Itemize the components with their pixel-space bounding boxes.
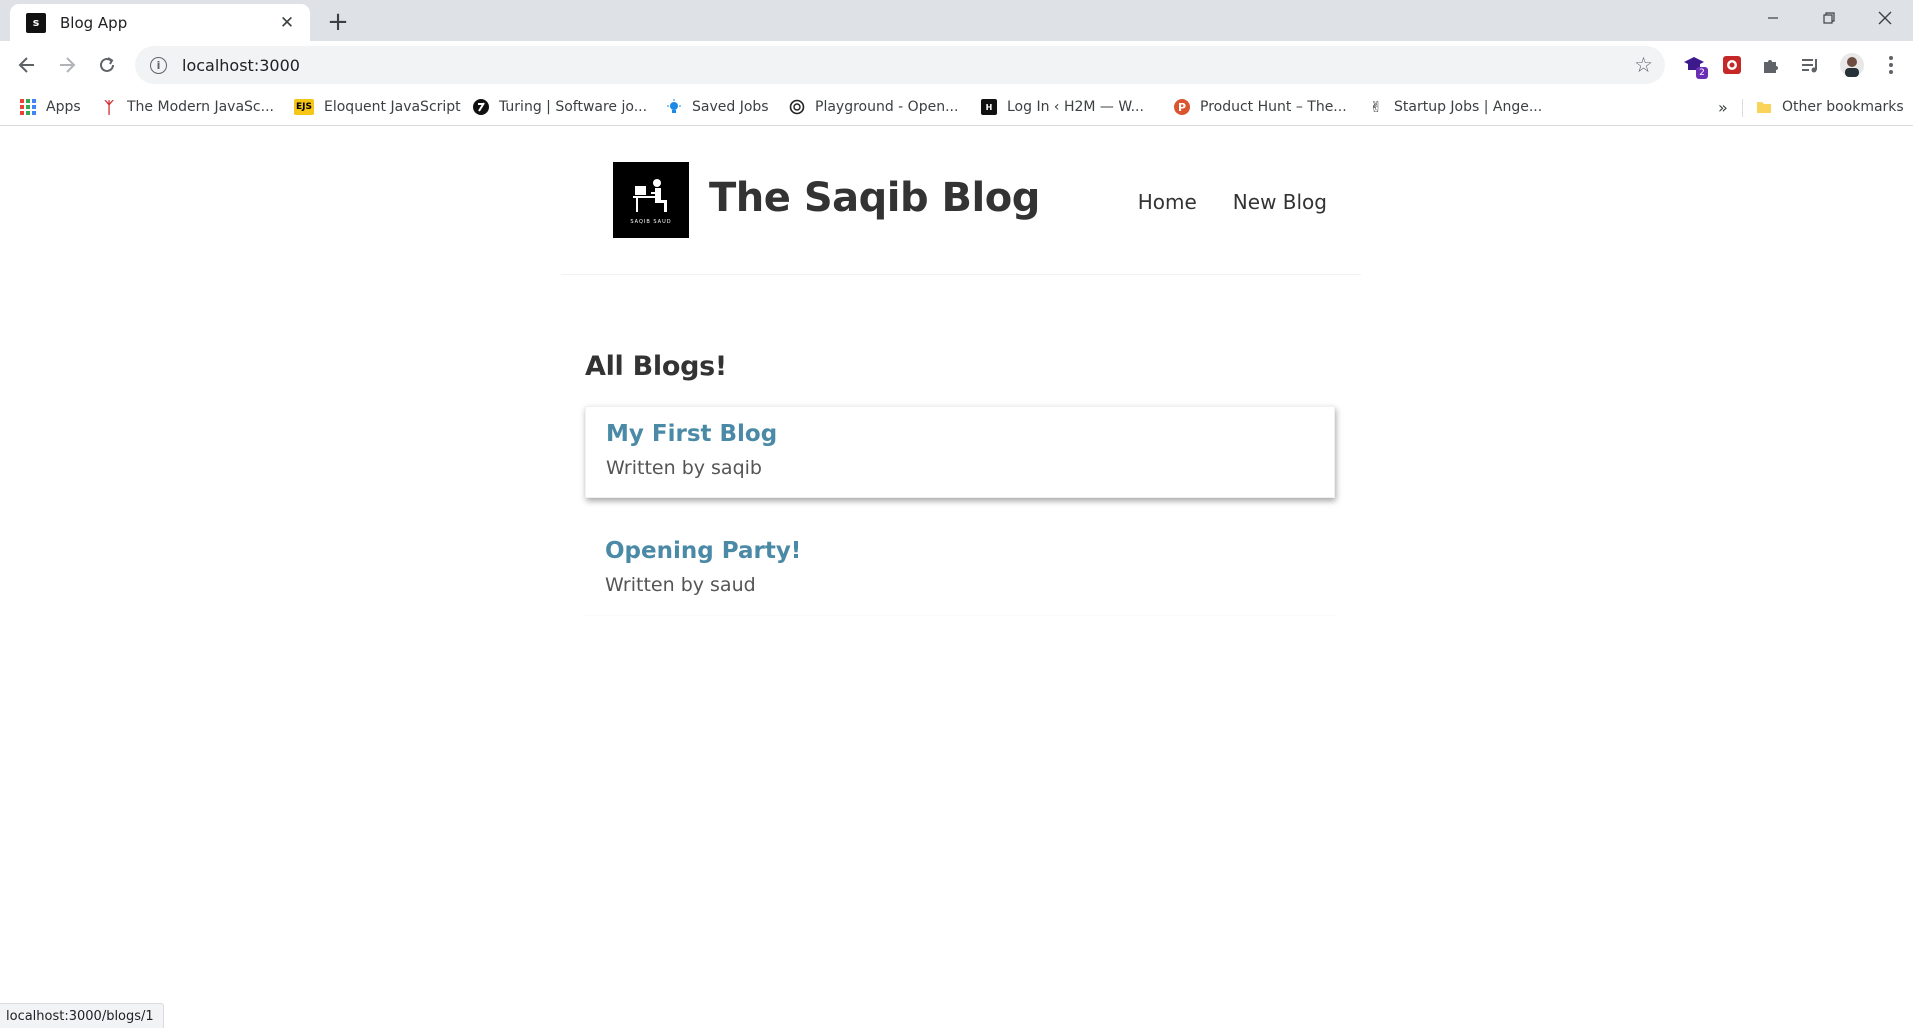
restore-icon (1823, 12, 1835, 24)
bookmark-playground[interactable]: Playground - Open... (789, 95, 958, 119)
logo-caption: SAQIB SAUD (630, 218, 672, 225)
bookmark-saved-jobs[interactable]: Saved Jobs (666, 95, 769, 119)
forward-arrow-icon (60, 57, 76, 73)
tab-strip: s Blog App ✕ + (0, 0, 1913, 41)
site-navbar: SAQIB SAUD The Saqib Blog Home New Blog (561, 127, 1361, 275)
bulb-icon (666, 99, 682, 115)
address-bar[interactable]: i localhost:3000 ☆ (135, 46, 1665, 84)
reload-icon (100, 57, 114, 72)
blog-title: Opening Party! (605, 538, 802, 564)
media-button[interactable] (1796, 51, 1824, 79)
bookmark-angellist[interactable]: ✌ Startup Jobs | Ange... (1368, 95, 1543, 119)
extension-cap-icon[interactable]: 2 (1680, 51, 1708, 79)
h2m-icon: H (981, 99, 997, 115)
nav-links: Home New Blog (1138, 190, 1327, 214)
page-viewport: SAQIB SAUD The Saqib Blog Home New Blog … (0, 127, 1913, 1033)
bookmark-label: Apps (46, 99, 81, 115)
bookmark-label: Other bookmarks (1782, 99, 1904, 115)
bookmark-label: The Modern JavaSc... (127, 99, 274, 115)
minimize-button[interactable] (1745, 0, 1801, 36)
avatar-icon (1840, 53, 1864, 77)
bookmark-label: Playground - Open... (815, 99, 959, 115)
site-info-icon[interactable]: i (150, 56, 167, 74)
extensions-button[interactable] (1757, 51, 1785, 79)
forward-button[interactable] (50, 48, 84, 82)
site-title: The Saqib Blog (709, 175, 1040, 221)
folder-icon (1756, 99, 1772, 115)
browser-menu-button[interactable] (1877, 51, 1905, 79)
minimize-icon (1768, 17, 1778, 19)
site-logo[interactable]: SAQIB SAUD (613, 162, 689, 238)
blog-card[interactable]: My First Blog Written by saqib (585, 406, 1335, 498)
new-tab-button[interactable]: + (323, 7, 353, 37)
extension-badge: 2 (1696, 67, 1708, 79)
product-hunt-icon: P (1174, 99, 1190, 115)
bookmark-star-icon[interactable]: ☆ (1634, 53, 1653, 77)
bookmark-label: Log In ‹ H2M — W... (1007, 99, 1144, 115)
bookmark-h2m[interactable]: H Log In ‹ H2M — W... (981, 95, 1144, 119)
red-extension-icon (1723, 56, 1741, 74)
bookmark-label: Turing | Software jo... (499, 99, 648, 115)
bookmark-turing[interactable]: Turing | Software jo... (473, 95, 647, 119)
window-controls (1745, 0, 1913, 36)
bookmarks-bar: Apps ᛉ The Modern JavaSc... EJS Eloquent… (0, 88, 1913, 126)
status-bar-link-preview: localhost:3000/blogs/1 (0, 1003, 164, 1028)
bookmarks-divider (1742, 99, 1743, 117)
blog-favicon-icon: s (26, 12, 46, 33)
modern-js-icon: ᛉ (104, 97, 114, 117)
bookmark-label: Eloquent JavaScript (324, 99, 461, 115)
blog-author: Written by saud (605, 574, 756, 596)
other-bookmarks-folder[interactable]: Other bookmarks (1756, 95, 1904, 119)
ejs-icon: EJS (294, 99, 314, 115)
bookmark-label: Startup Jobs | Ange... (1394, 99, 1543, 115)
blog-list-section: All Blogs! My First Blog Written by saqi… (585, 351, 1335, 616)
bookmark-apps[interactable]: Apps (20, 95, 81, 119)
bookmark-modern-js[interactable]: ᛉ The Modern JavaSc... (101, 95, 274, 119)
openai-icon (789, 99, 805, 115)
back-button[interactable] (10, 48, 44, 82)
reload-button[interactable] (90, 48, 124, 82)
blog-author: Written by saqib (606, 457, 762, 479)
extension-red-icon[interactable] (1718, 51, 1746, 79)
profile-avatar[interactable] (1838, 51, 1866, 79)
nav-link-home[interactable]: Home (1138, 190, 1197, 214)
bookmark-eloquent-js[interactable]: EJS Eloquent JavaScript (294, 95, 461, 119)
blog-card[interactable]: Opening Party! Written by saud (585, 524, 1335, 616)
playlist-icon (1802, 59, 1817, 73)
nav-link-new-blog[interactable]: New Blog (1233, 190, 1327, 214)
page-heading: All Blogs! (585, 351, 727, 382)
bookmarks-overflow-button[interactable]: » (1718, 95, 1728, 119)
angellist-icon: ✌ (1369, 98, 1383, 116)
close-window-button[interactable] (1857, 0, 1913, 36)
bookmark-label: Product Hunt – The... (1200, 99, 1347, 115)
restore-button[interactable] (1801, 0, 1857, 36)
browser-tab[interactable]: s Blog App ✕ (10, 4, 310, 41)
close-icon (1878, 11, 1892, 25)
puzzle-icon (1764, 60, 1778, 73)
kebab-menu-icon (1889, 56, 1893, 74)
desk-worker-icon (633, 178, 667, 212)
bookmark-product-hunt[interactable]: P Product Hunt – The... (1174, 95, 1347, 119)
tab-title: Blog App (60, 13, 128, 32)
bookmark-label: Saved Jobs (692, 99, 769, 115)
close-tab-icon[interactable]: ✕ (274, 10, 300, 36)
back-arrow-icon (18, 57, 34, 73)
browser-toolbar: i localhost:3000 ☆ 2 (0, 41, 1913, 88)
url-text[interactable]: localhost:3000 (182, 56, 1634, 75)
blog-title: My First Blog (606, 421, 778, 447)
apps-grid-icon (20, 99, 36, 115)
turing-icon (473, 99, 489, 115)
